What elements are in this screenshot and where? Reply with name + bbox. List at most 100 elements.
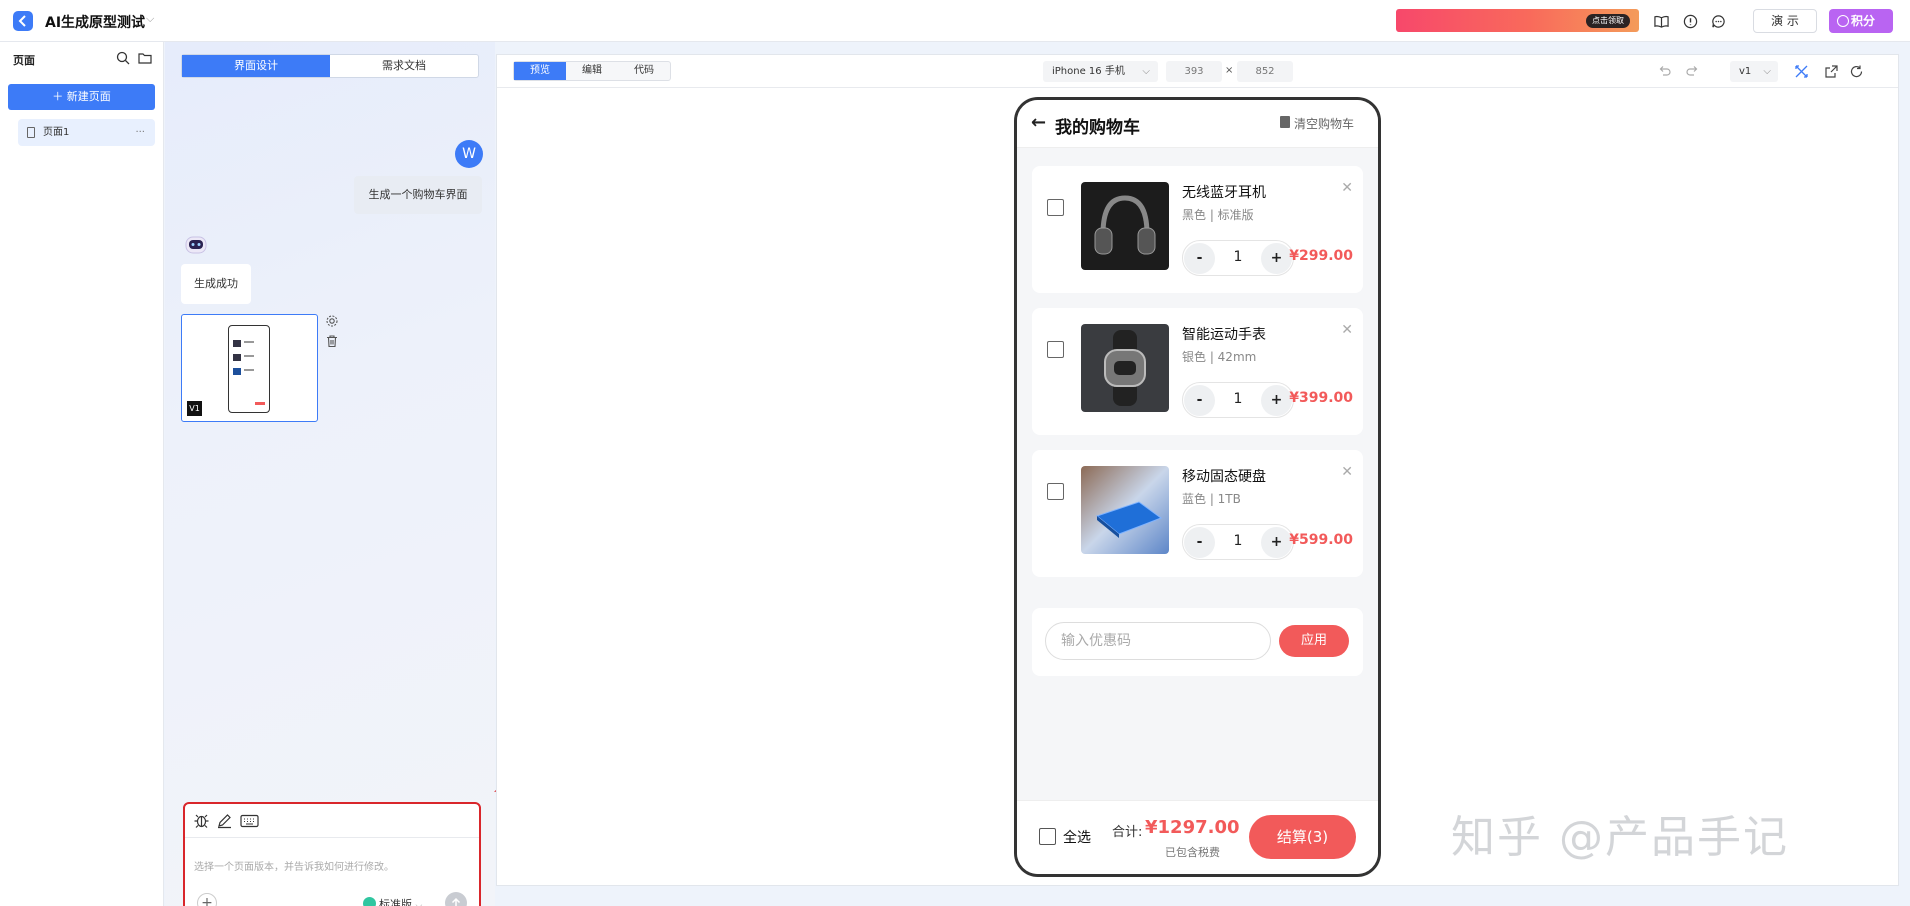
item-checkbox[interactable]	[1047, 199, 1064, 216]
model-label: 标准版	[379, 898, 412, 906]
undo-icon[interactable]	[1657, 64, 1672, 79]
keyboard-icon[interactable]	[240, 812, 259, 829]
product-name: 移动固态硬盘	[1182, 469, 1266, 485]
item-checkbox[interactable]	[1047, 483, 1064, 500]
pages-title: 页面	[13, 54, 35, 67]
more-icon[interactable]: ···	[135, 119, 145, 146]
checkout-button[interactable]: 结算(3)	[1249, 815, 1356, 859]
user-avatar: W	[455, 140, 483, 168]
product-price: ¥399.00	[1289, 390, 1353, 406]
apply-coupon-button[interactable]: 应用	[1279, 625, 1349, 657]
page-item-label: 页面1	[43, 127, 70, 138]
promo-banner[interactable]: 点击领取	[1396, 9, 1639, 32]
folder-icon[interactable]	[137, 50, 153, 66]
product-spec: 银色 | 42mm	[1182, 350, 1257, 364]
tab-ui-design[interactable]: 界面设计	[182, 55, 330, 77]
add-attachment-button[interactable]: +	[197, 893, 217, 906]
clear-cart-label: 清空购物车	[1294, 117, 1355, 131]
tab-preview[interactable]: 预览	[514, 62, 566, 80]
version-thumbnail[interactable]: V1	[181, 314, 318, 422]
tab-code[interactable]: 代码	[618, 62, 670, 80]
new-page-label: 新建页面	[66, 90, 111, 103]
chevron-down-icon: ⌵	[1763, 66, 1771, 77]
info-icon[interactable]	[1681, 12, 1699, 30]
device-label: iPhone 16 手机	[1052, 66, 1125, 77]
increase-button[interactable]: +	[1261, 243, 1292, 274]
page-list-item[interactable]: 页面1 ···	[18, 119, 155, 146]
chevron-left-icon	[18, 15, 26, 27]
cart-header: ← 我的购物车 清空购物车	[1017, 100, 1378, 148]
product-price: ¥599.00	[1289, 532, 1353, 548]
height-input[interactable]: 852	[1237, 61, 1293, 82]
tab-requirements-doc[interactable]: 需求文档	[330, 55, 478, 77]
top-bar: AI生成原型测试 ⌵ 点击领取 演 示 积分	[0, 0, 1910, 42]
thumbnail-row	[233, 340, 241, 347]
arrow-left-icon[interactable]: ←	[1031, 112, 1046, 133]
edit-icon[interactable]	[216, 812, 233, 829]
device-selector[interactable]: iPhone 16 手机 ⌵	[1043, 61, 1158, 82]
width-input[interactable]: 393	[1166, 61, 1222, 82]
promo-claim-button[interactable]: 点击领取	[1586, 14, 1630, 28]
book-icon[interactable]	[1652, 12, 1670, 30]
increase-button[interactable]: +	[1261, 385, 1292, 416]
search-icon[interactable]	[115, 50, 131, 66]
version-label: v1	[1739, 66, 1752, 77]
points-button[interactable]: 积分	[1829, 9, 1893, 33]
close-icon[interactable]: ✕	[1341, 464, 1353, 480]
back-button[interactable]	[13, 11, 33, 31]
project-title[interactable]: AI生成原型测试	[45, 12, 145, 32]
product-price: ¥299.00	[1289, 248, 1353, 264]
thumbnail-line	[244, 369, 254, 371]
chat-icon[interactable]	[1709, 12, 1727, 30]
mode-tabs: 预览 编辑 代码	[513, 61, 671, 81]
clear-cart-button[interactable]: 清空购物车	[1280, 115, 1354, 132]
chevron-down-icon: ⌵	[415, 901, 423, 906]
settings-icon[interactable]	[325, 314, 339, 328]
redo-icon[interactable]	[1685, 64, 1700, 79]
message-composer: 选择一个页面版本，并告诉我如何进行修改。 + 标准版 ⌵	[183, 802, 481, 906]
composer-input[interactable]: 选择一个页面版本，并告诉我如何进行修改。	[194, 858, 394, 873]
demo-button[interactable]: 演 示	[1753, 9, 1817, 33]
chevron-down-icon: ⌵	[1142, 66, 1150, 77]
coupon-input[interactable]: 输入优惠码	[1045, 622, 1271, 660]
composer-toolbar	[185, 804, 479, 838]
refresh-icon[interactable]	[1849, 64, 1864, 79]
increase-button[interactable]: +	[1261, 527, 1292, 558]
points-label: 积分	[1851, 14, 1876, 28]
new-page-button[interactable]: ＋ 新建页面	[8, 84, 155, 110]
quantity-stepper: - 1 +	[1182, 240, 1294, 276]
fullscreen-icon[interactable]	[1794, 64, 1809, 79]
version-badge: V1	[187, 401, 202, 416]
tab-edit[interactable]: 编辑	[566, 62, 618, 80]
model-selector[interactable]: 标准版 ⌵	[363, 896, 422, 906]
send-button[interactable]	[445, 892, 467, 906]
close-icon[interactable]: ✕	[1341, 180, 1353, 196]
arrow-up-icon	[451, 897, 461, 906]
model-icon	[363, 897, 376, 906]
total-label: 合计:	[1112, 825, 1143, 840]
trash-icon	[1280, 116, 1290, 128]
share-icon[interactable]	[1824, 64, 1839, 79]
item-checkbox[interactable]	[1047, 341, 1064, 358]
close-icon[interactable]: ✕	[1341, 322, 1353, 338]
thumbnail-button	[255, 402, 265, 405]
cart-item: 智能运动手表 银色 | 42mm - 1 + ¥399.00 ✕	[1032, 308, 1363, 435]
chevron-down-icon[interactable]: ⌵	[146, 12, 154, 26]
thumbnail-row	[233, 354, 241, 361]
select-all-checkbox[interactable]	[1039, 828, 1056, 845]
product-image-headphones	[1081, 182, 1169, 270]
version-selector[interactable]: v1 ⌵	[1730, 61, 1778, 82]
quantity-stepper: - 1 +	[1182, 524, 1294, 560]
select-all-label[interactable]: 全选	[1063, 827, 1091, 847]
product-name: 无线蓝牙耳机	[1182, 185, 1266, 201]
dimension-separator: ×	[1225, 65, 1234, 76]
thumbnail-line	[244, 341, 254, 343]
cart-item: 无线蓝牙耳机 黑色 | 标准版 - 1 + ¥299.00 ✕	[1032, 166, 1363, 293]
trash-icon[interactable]	[325, 334, 339, 348]
pages-panel: 页面 ＋ 新建页面 页面1 ···	[0, 42, 164, 906]
watermark: 知乎 @产品手记	[1451, 812, 1789, 863]
tax-note: 已包含税费	[1165, 846, 1220, 859]
user-message: 生成一个购物车界面	[354, 176, 482, 214]
quantity-stepper: - 1 +	[1182, 382, 1294, 418]
bug-icon[interactable]	[193, 812, 210, 829]
